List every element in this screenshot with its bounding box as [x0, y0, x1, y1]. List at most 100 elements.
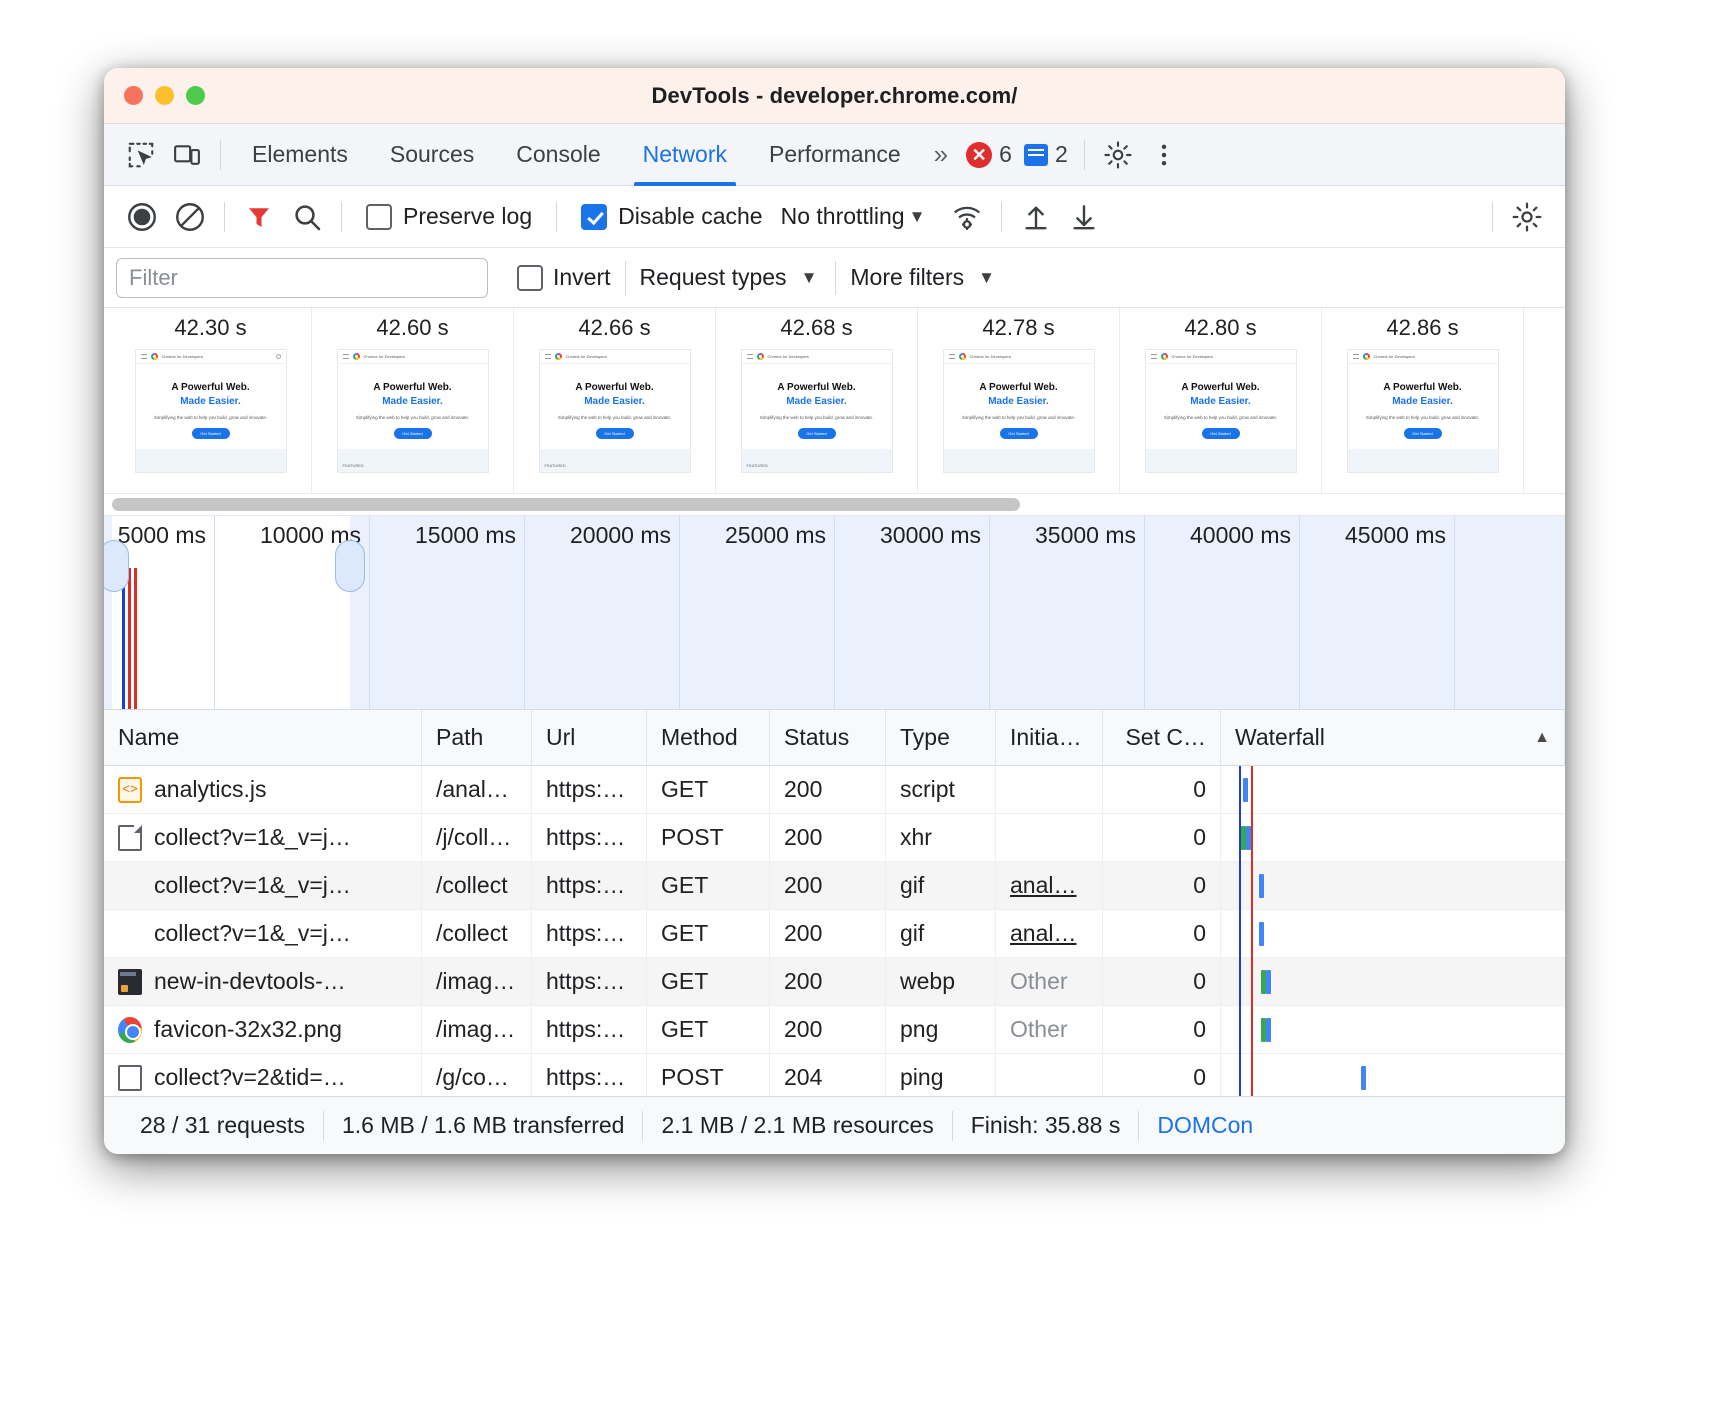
domcontentloaded-time: DOMCon — [1139, 1112, 1271, 1139]
column-header-label: Path — [436, 724, 483, 751]
filmstrip-frame[interactable]: 42.60 sChrome for DevelopersA Powerful W… — [312, 308, 514, 493]
chrome-favicon-icon — [118, 1017, 142, 1043]
inspect-element-icon[interactable] — [118, 132, 164, 178]
cell-waterfall[interactable] — [1221, 1006, 1565, 1054]
table-body[interactable]: <>analytics.js/anal…https:…GET200script0… — [104, 766, 1565, 1096]
table-row[interactable]: collect?v=1&_v=j…/collecthttps:…GET200gi… — [104, 862, 1565, 910]
filmstrip-frame[interactable]: 42.66 sChrome for DevelopersA Powerful W… — [514, 308, 716, 493]
filmstrip-frame[interactable]: 42.86 sChrome for DevelopersA Powerful W… — [1322, 308, 1524, 493]
thumb-headline-1: A Powerful Web. — [136, 382, 286, 393]
cell-initiator: Other — [996, 958, 1103, 1006]
warning-badge[interactable]: 2 — [1018, 141, 1074, 168]
network-overview-timeline[interactable]: 5000 ms10000 ms15000 ms20000 ms25000 ms3… — [104, 516, 1565, 710]
request-url: https:… — [546, 824, 625, 851]
overview-range-handle[interactable] — [104, 540, 129, 592]
column-header-url[interactable]: Url — [532, 710, 647, 766]
table-row[interactable]: favicon-32x32.png/imag…https:…GET200pngO… — [104, 1006, 1565, 1054]
filmstrip-thumbnail[interactable]: Chrome for DevelopersA Powerful Web.Made… — [539, 349, 691, 473]
filter-input[interactable] — [116, 258, 488, 298]
network-settings-gear-icon[interactable] — [1503, 193, 1551, 241]
table-row[interactable]: collect?v=1&_v=j…/collecthttps:…GET200gi… — [104, 910, 1565, 958]
request-types-dropdown[interactable]: Request types ▼ — [640, 264, 822, 291]
cell-method: POST — [647, 814, 770, 862]
preserve-log-checkbox[interactable]: Preserve log — [352, 203, 546, 230]
thumb-cta-button: Get Started — [394, 428, 432, 439]
chevron-down-icon[interactable]: ▼ — [905, 207, 930, 227]
request-name: collect?v=1&_v=j… — [154, 920, 351, 947]
cell-waterfall[interactable] — [1221, 910, 1565, 958]
column-header-waterfall[interactable]: Waterfall▲ — [1221, 710, 1565, 766]
chrome-logo-icon — [1363, 353, 1370, 360]
disable-cache-box[interactable] — [581, 204, 607, 230]
overview-gridline — [1299, 516, 1300, 710]
import-har-icon[interactable] — [1012, 193, 1060, 241]
filmstrip-thumbnail[interactable]: Chrome for DevelopersA Powerful Web.Made… — [337, 349, 489, 473]
filmstrip-thumbnail[interactable]: Chrome for DevelopersA Powerful Web.Made… — [1347, 349, 1499, 473]
filmstrip-frame[interactable]: 42.80 sChrome for DevelopersA Powerful W… — [1120, 308, 1322, 493]
cell-waterfall[interactable] — [1221, 958, 1565, 1006]
filmstrip-scroll-thumb[interactable] — [112, 498, 1020, 511]
table-row[interactable]: collect?v=1&_v=j…/j/coll…https:…POST200x… — [104, 814, 1565, 862]
more-options-icon[interactable] — [1141, 132, 1187, 178]
thumb-featured-label: FEATURED — [742, 449, 892, 468]
clear-requests-icon[interactable] — [166, 193, 214, 241]
gear-icon[interactable] — [1095, 132, 1141, 178]
hamburger-icon — [141, 354, 147, 359]
column-header-initia[interactable]: Initia… — [996, 710, 1103, 766]
column-header-name[interactable]: Name — [104, 710, 422, 766]
tab-elements[interactable]: Elements — [231, 124, 369, 186]
error-badge[interactable]: ✕ 6 — [960, 141, 1018, 168]
tab-sources[interactable]: Sources — [369, 124, 495, 186]
invert-box[interactable] — [517, 265, 543, 291]
more-filters-dropdown[interactable]: More filters ▼ — [850, 264, 999, 291]
filter-funnel-icon[interactable] — [235, 193, 283, 241]
tab-performance[interactable]: Performance — [748, 124, 922, 186]
filmstrip-thumbnail[interactable]: Chrome for DevelopersA Powerful Web.Made… — [135, 349, 287, 473]
request-initiator[interactable]: anal… — [1010, 872, 1076, 899]
throttling-select[interactable]: No throttling — [777, 203, 905, 230]
hamburger-icon — [747, 354, 753, 359]
cell-waterfall[interactable] — [1221, 862, 1565, 910]
filmstrip-frame[interactable]: 42.68 sChrome for DevelopersA Powerful W… — [716, 308, 918, 493]
table-header-row[interactable]: Name Path UrlMethodStatusTypeInitia…Set C…… — [104, 710, 1565, 766]
export-har-icon[interactable] — [1060, 193, 1108, 241]
record-button-icon[interactable] — [118, 193, 166, 241]
cell-waterfall[interactable] — [1221, 766, 1565, 814]
request-initiator[interactable]: anal… — [1010, 920, 1076, 947]
request-status: 200 — [784, 1016, 822, 1043]
thumb-headline-2: Made Easier. — [742, 396, 892, 407]
tab-console[interactable]: Console — [495, 124, 621, 186]
generic-dot-icon — [118, 873, 142, 899]
cell-waterfall[interactable] — [1221, 814, 1565, 862]
column-header-method[interactable]: Method — [647, 710, 770, 766]
preserve-log-box[interactable] — [366, 204, 392, 230]
filmstrip-frame[interactable]: 42.78 sChrome for DevelopersA Powerful W… — [918, 308, 1120, 493]
column-header-setc[interactable]: Set C… — [1103, 710, 1221, 766]
column-header-status[interactable]: Status — [770, 710, 886, 766]
column-header-path[interactable]: Path — [422, 710, 532, 766]
device-toolbar-icon[interactable] — [164, 132, 210, 178]
thumb-hero-area: FEATURED — [540, 449, 690, 473]
table-row[interactable]: <>analytics.js/anal…https:…GET200script0 — [104, 766, 1565, 814]
disable-cache-checkbox[interactable]: Disable cache — [567, 203, 776, 230]
column-header-type[interactable]: Type — [886, 710, 996, 766]
more-tabs-chevron-icon[interactable]: » — [922, 139, 960, 170]
network-conditions-icon[interactable] — [943, 193, 991, 241]
window-title: DevTools - developer.chrome.com/ — [104, 83, 1565, 109]
waterfall-event-line — [1239, 958, 1241, 1006]
invert-checkbox[interactable]: Invert — [517, 264, 611, 291]
filmstrip-thumbnail[interactable]: Chrome for DevelopersA Powerful Web.Made… — [741, 349, 893, 473]
table-row[interactable]: collect?v=2&tid=…/g/co…https:…POST204pin… — [104, 1054, 1565, 1096]
tab-network[interactable]: Network — [622, 124, 748, 186]
hamburger-icon — [949, 354, 955, 359]
search-icon[interactable] — [283, 193, 331, 241]
filmstrip-thumbnail[interactable]: Chrome for DevelopersA Powerful Web.Made… — [943, 349, 1095, 473]
filmstrip[interactable]: 42.30 sChrome for DevelopersA Powerful W… — [104, 308, 1565, 494]
request-status: 200 — [784, 824, 822, 851]
filmstrip-frame[interactable]: 42.30 sChrome for DevelopersA Powerful W… — [110, 308, 312, 493]
cell-waterfall[interactable] — [1221, 1054, 1565, 1097]
overview-range-handle[interactable] — [335, 540, 365, 592]
filmstrip-thumbnail[interactable]: Chrome for DevelopersA Powerful Web.Made… — [1145, 349, 1297, 473]
table-row[interactable]: new-in-devtools-…/imag…https:…GET200webp… — [104, 958, 1565, 1006]
filmstrip-scrollbar[interactable] — [104, 494, 1565, 516]
